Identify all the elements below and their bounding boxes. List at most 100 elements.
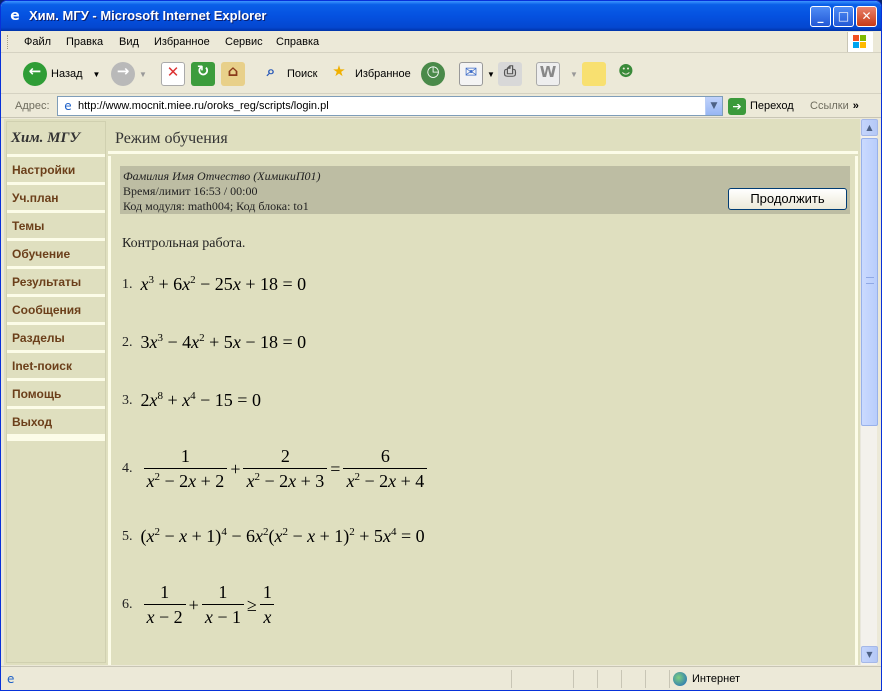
page-content: Хим. МГУ Настройки Уч.план Темы Обучение… (4, 119, 860, 665)
note-icon (582, 62, 606, 86)
back-arrow-icon: ← (23, 62, 47, 86)
fraction: 1x (260, 582, 275, 628)
menu-tools[interactable]: Сервис (225, 36, 263, 48)
maximize-button[interactable]: □ (833, 6, 854, 27)
sidebar-item-topics[interactable]: Темы (7, 213, 105, 238)
sidebar: Хим. МГУ Настройки Уч.план Темы Обучение… (6, 121, 106, 663)
close-button[interactable]: ✕ (856, 6, 877, 27)
security-zone[interactable]: Интернет (673, 672, 740, 686)
mail-button[interactable]: ✉ ▼ (459, 59, 495, 89)
title-bar[interactable]: e Хим. МГУ - Microsoft Internet Explorer… (1, 1, 881, 31)
problem-number: 3. (122, 392, 133, 408)
go-arrow-icon: ➔ (728, 97, 746, 115)
ie-icon: e (10, 8, 20, 24)
refresh-button[interactable]: ↻ (191, 59, 219, 89)
sidebar-item-settings[interactable]: Настройки (7, 157, 105, 182)
links-button[interactable]: Ссылки» (810, 100, 859, 112)
problem-number: 1. (122, 276, 133, 292)
star-icon: ★ (332, 62, 346, 80)
forward-dropdown-icon[interactable]: ▼ (139, 70, 147, 79)
fraction: 2 x2 − 2x + 3 (243, 446, 328, 492)
favorites-button[interactable]: ★ Избранное (327, 59, 411, 89)
vertical-scrollbar[interactable]: ▲ ▼ (860, 119, 878, 665)
history-button[interactable]: ◷ (421, 59, 449, 89)
problem-number: 5. (122, 528, 133, 544)
search-label: Поиск (287, 68, 318, 80)
sidebar-title: Хим. МГУ (7, 122, 105, 154)
toolbar: ← Назад ▼ → ▼ ✕ ↻ ⌂ ⌕ Поиск ★ Избранное … (1, 54, 881, 94)
address-input[interactable]: e http://www.mocnit.miee.ru/oroks_reg/sc… (57, 96, 723, 116)
menu-edit[interactable]: Правка (66, 36, 103, 48)
window-title: Хим. МГУ - Microsoft Internet Explorer (29, 8, 267, 23)
equation: (x2 − x + 1)4 − 6x2(x2 − x + 1)2 + 5x4 =… (140, 526, 425, 546)
sidebar-item-exit[interactable]: Выход (7, 409, 105, 434)
continue-button[interactable]: Продолжить (728, 188, 847, 210)
menu-file[interactable]: Файл (24, 36, 51, 48)
stop-button[interactable]: ✕ (161, 59, 189, 89)
menu-favorites[interactable]: Избранное (154, 36, 210, 48)
favorites-label: Избранное (355, 68, 411, 80)
print-button[interactable]: ⎙ (498, 59, 526, 89)
sidebar-item-curriculum[interactable]: Уч.план (7, 185, 105, 210)
stop-icon: ✕ (161, 62, 185, 86)
edit-button[interactable]: W ▼ (536, 59, 578, 89)
main-panel: Фамилия Имя Отчество (ХимикиП01) Время/л… (108, 156, 858, 665)
address-dropdown-icon[interactable]: ▼ (705, 97, 722, 115)
address-bar: Адрес: e http://www.mocnit.miee.ru/oroks… (1, 94, 881, 118)
menu-help[interactable]: Справка (276, 36, 319, 48)
fraction: 1x − 2 (143, 582, 186, 628)
minimize-button[interactable]: _ (810, 6, 831, 27)
problem-1: 1. x3 + 6x2 − 25x + 18 = 0 (122, 274, 306, 295)
menu-grip (7, 35, 10, 49)
scroll-down-icon[interactable]: ▼ (861, 646, 878, 663)
edit-dropdown-icon[interactable]: ▼ (570, 70, 578, 79)
problem-4: 4. 1 x2 − 2x + 2 + 2 x2 − 2x + 3 = 6 x2 − 2… (122, 446, 430, 492)
chevron-right-icon: » (852, 100, 859, 112)
problem-number: 2. (122, 334, 133, 350)
sidebar-item-inet-search[interactable]: Inet-поиск (7, 353, 105, 378)
problem-3: 3. 2x8 + x4 − 15 = 0 (122, 390, 261, 411)
sidebar-item-sections[interactable]: Разделы (7, 325, 105, 350)
back-dropdown-icon[interactable]: ▼ (93, 70, 101, 79)
equation: 2x8 + x4 − 15 = 0 (140, 390, 261, 410)
sidebar-item-help[interactable]: Помощь (7, 381, 105, 406)
sidebar-item-training[interactable]: Обучение (7, 241, 105, 266)
home-icon: ⌂ (221, 62, 245, 86)
menu-view[interactable]: Вид (119, 36, 139, 48)
messenger-button[interactable]: ☻ (614, 59, 642, 89)
status-divider (645, 670, 646, 688)
search-button[interactable]: ⌕ Поиск (259, 59, 318, 89)
links-label: Ссылки (810, 100, 849, 112)
problem-6: 6. 1x − 2 + 1x − 1 ≥ 1x (122, 582, 278, 628)
print-icon: ⎙ (498, 62, 522, 86)
messenger-icon: ☻ (618, 62, 634, 80)
search-icon: ⌕ (266, 62, 276, 80)
equation: x3 + 6x2 − 25x + 18 = 0 (140, 274, 307, 294)
browser-window: e Хим. МГУ - Microsoft Internet Explorer… (0, 0, 882, 691)
page-title: Режим обучения (108, 121, 858, 154)
thumb-grip (866, 277, 874, 284)
fraction: 1x − 1 (201, 582, 244, 628)
mail-dropdown-icon[interactable]: ▼ (487, 70, 495, 79)
sidebar-item-messages[interactable]: Сообщения (7, 297, 105, 322)
student-name: Фамилия Имя Отчество (ХимикиП01) (123, 169, 321, 183)
problem-2: 2. 3x3 − 4x2 + 5x − 18 = 0 (122, 332, 306, 353)
forward-button[interactable]: → ▼ (111, 59, 147, 89)
back-button[interactable]: ← Назад ▼ (23, 59, 100, 89)
word-icon: W (536, 62, 560, 86)
history-icon: ◷ (421, 62, 445, 86)
scroll-thumb[interactable] (861, 138, 878, 426)
problem-number: 6. (122, 597, 133, 612)
menu-bar: Файл Правка Вид Избранное Сервис Справка (1, 31, 881, 53)
address-url[interactable]: http://www.mocnit.miee.ru/oroks_reg/scri… (78, 100, 329, 112)
discuss-button[interactable] (582, 59, 610, 89)
home-button[interactable]: ⌂ (221, 59, 249, 89)
sidebar-item-results[interactable]: Результаты (7, 269, 105, 294)
forward-arrow-icon: → (111, 62, 135, 86)
go-button[interactable]: ➔ Переход (728, 97, 794, 115)
refresh-icon: ↻ (191, 62, 215, 86)
problem-5: 5. (x2 − x + 1)4 − 6x2(x2 − x + 1)2 + 5x… (122, 526, 425, 547)
globe-icon (673, 672, 687, 686)
status-divider (597, 670, 598, 688)
scroll-up-icon[interactable]: ▲ (861, 119, 878, 136)
